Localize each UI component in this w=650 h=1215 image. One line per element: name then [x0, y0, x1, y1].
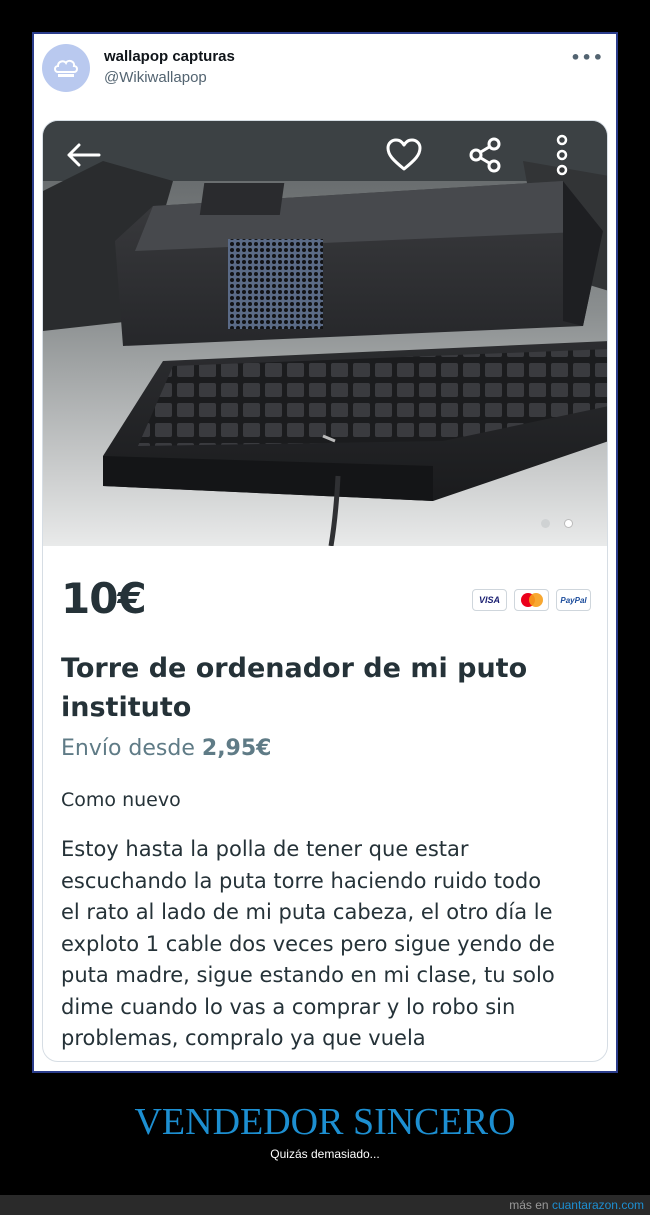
payment-methods: VISA PayPal [472, 589, 591, 611]
footer-bar: más en cuantarazon.com [0, 1195, 650, 1215]
photo-pagination [541, 519, 573, 528]
listing-title: Torre de ordenador de mi puto instituto [61, 653, 528, 723]
author-name[interactable]: wallapop capturas [104, 48, 235, 65]
price: 10€ [61, 574, 147, 623]
footer-prefix: más en [509, 1198, 552, 1212]
pagination-dot[interactable] [541, 519, 550, 528]
wallapop-logo-icon [54, 59, 78, 77]
condition: Como nuevo [61, 789, 181, 811]
visa-icon: VISA [472, 589, 507, 611]
author-handle[interactable]: @Wikiwallapop [104, 69, 207, 86]
tweet-frame: wallapop capturas @Wikiwallapop ••• 10€ … [32, 32, 618, 1073]
heart-icon[interactable] [382, 135, 426, 175]
product-photo[interactable] [43, 121, 607, 546]
shipping-price: 2,95€ [201, 736, 272, 761]
listing-card: 10€ VISA PayPal Torre de ordenador de mi… [42, 120, 608, 1062]
tweet-header: wallapop capturas @Wikiwallapop ••• [42, 42, 608, 114]
description: Estoy hasta la polla de tener que estar … [61, 837, 555, 1050]
pagination-dot-active[interactable] [564, 519, 573, 528]
product-image [43, 121, 607, 546]
avatar[interactable] [42, 44, 90, 92]
more-vertical-icon[interactable] [540, 134, 584, 176]
footer-site-link[interactable]: cuantarazon.com [552, 1198, 644, 1212]
shipping-info: Envío desde 2,95€ [61, 736, 271, 761]
arrow-left-icon[interactable] [61, 135, 105, 175]
caption-subtitle: Quizás demasiado... [270, 1147, 380, 1161]
mastercard-icon [514, 589, 549, 611]
more-horizontal-icon[interactable]: ••• [570, 48, 604, 67]
caption-title: VENDEDOR SINCERO [134, 1101, 516, 1143]
share-icon[interactable] [463, 135, 507, 175]
shipping-prefix: Envío desde [61, 736, 202, 761]
footer-text: más en cuantarazon.com [509, 1198, 644, 1212]
paypal-icon: PayPal [556, 589, 591, 611]
